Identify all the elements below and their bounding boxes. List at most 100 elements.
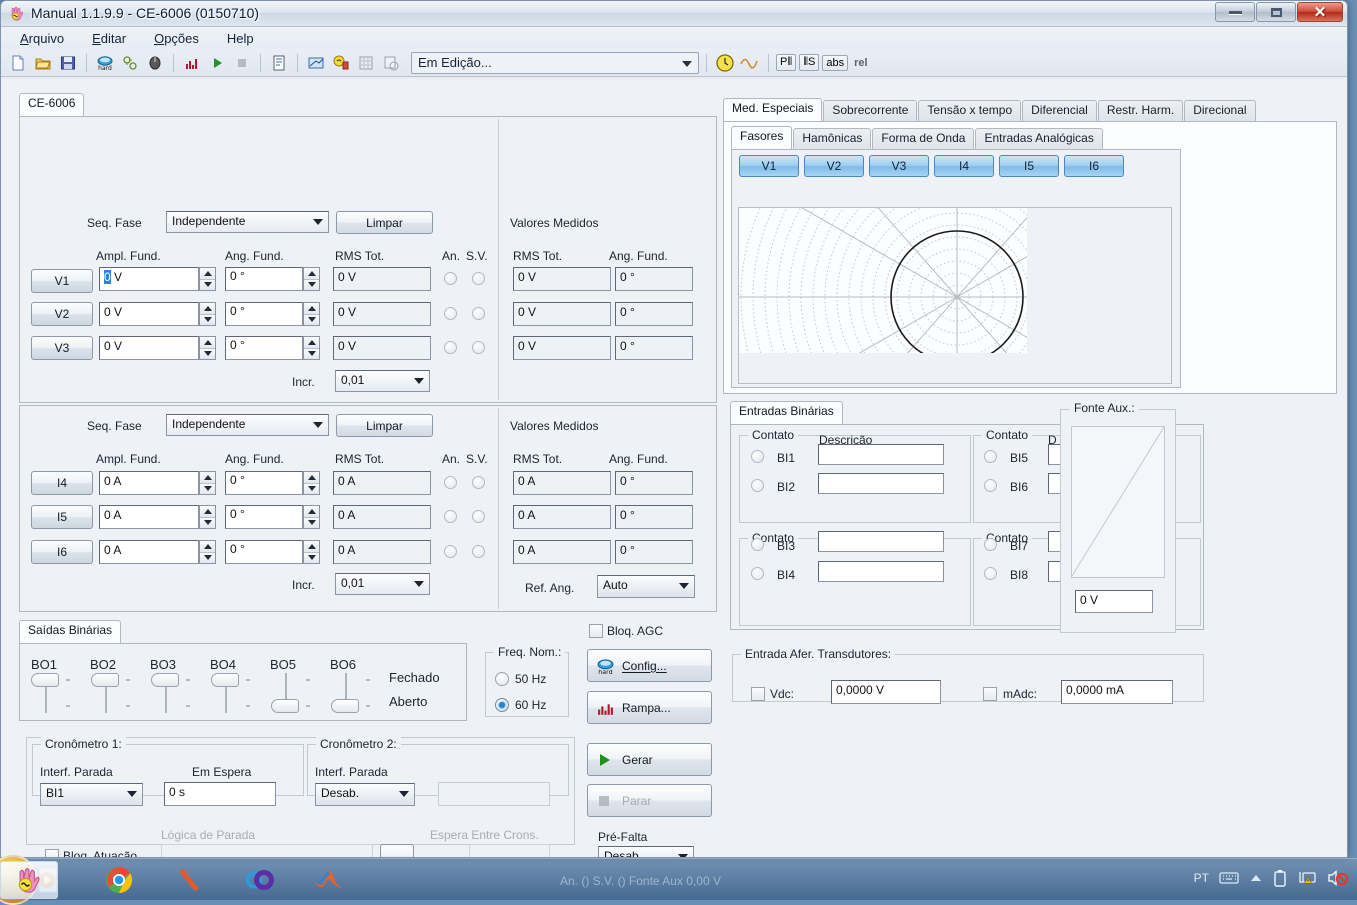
chrono2-interf-dropdown[interactable]: Desab. xyxy=(315,783,415,806)
i6-ang-input[interactable]: 0 ° xyxy=(225,540,303,564)
settings-gear-icon[interactable] xyxy=(119,52,141,74)
save-disk-icon[interactable] xyxy=(57,52,79,74)
channel-button-v2[interactable]: V2 xyxy=(31,302,93,326)
hardware-icon[interactable]: hard xyxy=(94,52,116,74)
speaker-muted-icon[interactable] xyxy=(1327,869,1349,887)
phasor-button-v2[interactable]: V2 xyxy=(804,155,864,177)
subtab-entradas-analogicas[interactable]: Entradas Analógicas xyxy=(975,128,1102,149)
tab-diferencial[interactable]: Diferencial xyxy=(1022,100,1097,121)
i4-ang-spinner[interactable] xyxy=(303,471,320,495)
menu-arquivo[interactable]: Arquivo xyxy=(17,30,67,47)
bo6-switch[interactable] xyxy=(330,673,364,715)
v2-ang-spinner[interactable] xyxy=(303,302,320,326)
phasor-button-i4[interactable]: I4 xyxy=(934,155,994,177)
minimize-button[interactable] xyxy=(1215,2,1255,22)
i6-ampl-input[interactable]: 0 A xyxy=(99,540,199,564)
current-clear-button[interactable]: Limpar xyxy=(336,414,433,437)
mouse-icon[interactable] xyxy=(144,52,166,74)
tab-restr-harm[interactable]: Restr. Harm. xyxy=(1098,100,1183,121)
network-warning-icon[interactable] xyxy=(1297,869,1317,887)
vdc-value-field[interactable]: 0,0000 V xyxy=(831,680,941,704)
bo4-switch[interactable] xyxy=(210,673,244,715)
madc-checkbox[interactable] xyxy=(983,687,997,701)
bi2-desc-input[interactable] xyxy=(818,473,944,494)
tab-tensao-x-tempo[interactable]: Tensão x tempo xyxy=(918,100,1021,121)
ref-ang-dropdown[interactable]: Auto xyxy=(597,575,695,598)
keyboard-icon[interactable] xyxy=(1219,871,1239,885)
voltage-clear-button[interactable]: Limpar xyxy=(336,211,433,234)
ribbon-icon[interactable] xyxy=(173,864,205,896)
subtab-fasores[interactable]: Fasores xyxy=(731,126,792,149)
grid-icon[interactable] xyxy=(355,52,377,74)
i4-ang-input[interactable]: 0 ° xyxy=(225,471,303,495)
tab-saidas-binarias[interactable]: Saídas Binárias xyxy=(19,620,121,643)
v2-ampl-input[interactable]: 0 V xyxy=(99,302,199,326)
v1-ampl-input[interactable]: 0 V xyxy=(99,267,199,291)
vdc-checkbox[interactable] xyxy=(751,687,765,701)
tab-sobrecorrente[interactable]: Sobrecorrente xyxy=(823,100,917,121)
i6-ang-spinner[interactable] xyxy=(303,540,320,564)
tab-med-especiais[interactable]: Med. Especiais xyxy=(723,98,822,121)
bo3-switch[interactable] xyxy=(150,673,184,715)
chrome-icon[interactable] xyxy=(103,864,135,896)
current-incr-dropdown[interactable]: 0,01 xyxy=(335,573,430,595)
bi4-desc-input[interactable] xyxy=(818,561,944,582)
new-file-icon[interactable] xyxy=(7,52,29,74)
bo1-switch[interactable] xyxy=(30,673,64,715)
sine-wave-icon[interactable] xyxy=(739,52,761,74)
alarm-icon[interactable] xyxy=(330,52,352,74)
fonte-aux-value-field[interactable]: 0 V xyxy=(1075,590,1153,613)
export-icon[interactable] xyxy=(380,52,402,74)
channel-button-i5[interactable]: I5 xyxy=(31,505,93,529)
v2-ampl-spinner[interactable] xyxy=(199,302,216,326)
i4-ampl-input[interactable]: 0 A xyxy=(99,471,199,495)
v3-ang-spinner[interactable] xyxy=(303,336,320,360)
phasor-button-i5[interactable]: I5 xyxy=(999,155,1059,177)
clock-icon[interactable] xyxy=(714,52,736,74)
subtab-forma-de-onda[interactable]: Forma de Onda xyxy=(872,128,974,149)
edit-form-icon[interactable] xyxy=(305,52,327,74)
phasor-button-i6[interactable]: I6 xyxy=(1064,155,1124,177)
chrono1-wait-field[interactable]: 0 s xyxy=(164,782,276,806)
stop-icon[interactable] xyxy=(231,52,253,74)
matlab-icon[interactable] xyxy=(313,864,345,896)
maximize-button[interactable] xyxy=(1256,2,1296,22)
v1-ang-spinner[interactable] xyxy=(303,267,320,291)
p-button[interactable]: P⦀ xyxy=(776,54,796,71)
channel-button-i6[interactable]: I6 xyxy=(31,540,93,564)
tray-language[interactable]: PT xyxy=(1194,871,1209,885)
i5-ang-input[interactable]: 0 ° xyxy=(225,505,303,529)
gerar-button[interactable]: Gerar xyxy=(587,743,712,776)
abs-button[interactable]: abs xyxy=(822,55,848,71)
tab-entradas-binarias[interactable]: Entradas Binárias xyxy=(730,401,843,424)
menu-opcoes[interactable]: Opções xyxy=(151,30,202,47)
open-folder-icon[interactable] xyxy=(32,52,54,74)
menu-editar[interactable]: Editar xyxy=(89,30,129,47)
channel-button-v1[interactable]: V1 xyxy=(31,269,93,293)
bo2-switch[interactable] xyxy=(90,673,124,715)
channel-button-i4[interactable]: I4 xyxy=(31,471,93,495)
i5-ang-spinner[interactable] xyxy=(303,505,320,529)
show-hidden-arrow-icon[interactable] xyxy=(1249,873,1263,883)
s-button[interactable]: ⦀S xyxy=(799,54,819,71)
status-combo[interactable]: Em Edição... xyxy=(411,52,699,74)
v3-ang-input[interactable]: 0 ° xyxy=(225,336,303,360)
prefault-dropdown[interactable]: Desab. xyxy=(598,846,694,858)
phasor-button-v3[interactable]: V3 xyxy=(869,155,929,177)
freq-radio-60hz[interactable] xyxy=(495,698,509,712)
bloq-atuacao-checkbox[interactable] xyxy=(45,849,59,858)
subtab-hamonicas[interactable]: Hamônicas xyxy=(793,128,871,149)
freq-radio-50hz[interactable] xyxy=(495,672,509,686)
voltage-seq-dropdown[interactable]: Independente xyxy=(166,211,329,233)
menu-help[interactable]: Help xyxy=(224,30,257,47)
tab-ce6006[interactable]: CE-6006 xyxy=(19,93,84,116)
battery-icon[interactable] xyxy=(1273,869,1287,887)
bi1-desc-input[interactable] xyxy=(818,444,944,465)
agc-checkbox[interactable] xyxy=(589,624,603,638)
current-seq-dropdown[interactable]: Independente xyxy=(166,414,329,436)
v1-ang-input[interactable]: 0 ° xyxy=(225,267,303,291)
v3-ampl-input[interactable]: 0 V xyxy=(99,336,199,360)
bo5-switch[interactable] xyxy=(270,673,304,715)
play-icon[interactable] xyxy=(206,52,228,74)
v3-ampl-spinner[interactable] xyxy=(199,336,216,360)
